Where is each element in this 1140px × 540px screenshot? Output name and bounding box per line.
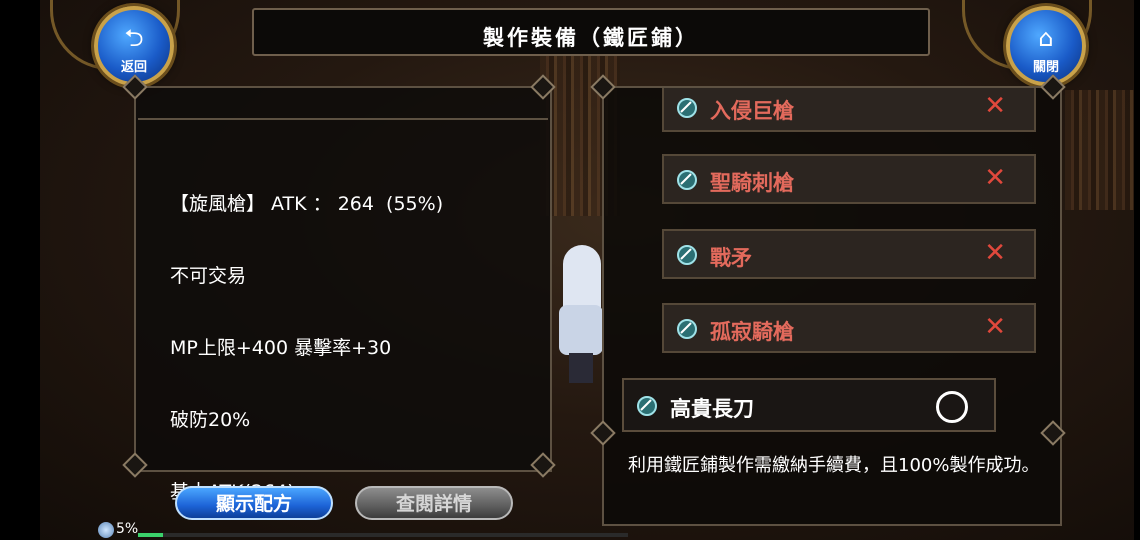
weapon-gem-icon	[677, 98, 697, 118]
status-percent: 5%	[116, 521, 139, 537]
player-character	[555, 245, 605, 385]
recipe-item[interactable]: 聖騎刺槍 ✕	[662, 154, 1036, 204]
craftable-icon	[936, 391, 968, 423]
page-title: 製作裝備（鐵匠鋪）	[483, 26, 699, 50]
item-stat-line: 【旋風槍】 ATK ： 264 (55%)	[170, 193, 444, 215]
recipe-item-selected[interactable]: 高貴長刀	[622, 378, 996, 432]
view-details-button[interactable]: 查閱詳情	[355, 486, 513, 520]
weapon-gem-icon	[637, 396, 657, 416]
recipe-item[interactable]: 孤寂騎槍 ✕	[662, 303, 1036, 353]
weapon-gem-icon	[677, 170, 697, 190]
return-arrow-icon: ⮌	[124, 24, 144, 52]
not-craftable-icon: ✕	[984, 312, 1006, 342]
recipe-item-name: 戰矛	[710, 246, 752, 270]
right-letterbox	[1134, 0, 1140, 540]
item-stat-line: MP上限+400 暴擊率+30	[170, 337, 392, 359]
status-bar: 5%	[96, 520, 636, 540]
recipe-item-name: 聖騎刺槍	[710, 171, 794, 195]
game-scene: 製作裝備（鐵匠鋪） ⮌ 返回 ⌂ 關閉 【旋風槍】 ATK ： 264 (55%…	[0, 0, 1140, 540]
weapon-gem-icon	[677, 319, 697, 339]
recipe-item-name: 入侵巨槍	[710, 99, 794, 123]
close-button-label: 關閉	[1032, 60, 1059, 75]
crafting-note: 利用鐵匠鋪製作需繳納手續費，且100%製作成功。	[628, 455, 1040, 476]
back-button-label: 返回	[120, 60, 147, 75]
left-letterbox	[0, 0, 40, 540]
not-craftable-icon: ✕	[984, 91, 1006, 121]
bookshelf-background-right	[1065, 90, 1140, 210]
recipe-item[interactable]: 入侵巨槍 ✕	[662, 88, 1036, 132]
item-stat-line: 破防20%	[170, 409, 251, 431]
recipe-item[interactable]: 戰矛 ✕	[662, 229, 1036, 279]
recipe-list[interactable]: 入侵巨槍 ✕ 聖騎刺槍 ✕ 戰矛 ✕ 孤寂騎槍 ✕ 高貴長刀	[604, 88, 1060, 434]
globe-icon	[98, 522, 114, 538]
item-stat-line: 不可交易	[170, 265, 247, 287]
home-icon: ⌂	[1038, 24, 1054, 52]
recipe-item-name: 孤寂騎槍	[710, 320, 794, 344]
character-dress	[559, 305, 603, 355]
show-recipe-button[interactable]: 顯示配方	[175, 486, 333, 520]
close-button[interactable]: ⌂ 關閉	[1006, 6, 1086, 86]
progress-track	[138, 533, 628, 537]
weapon-gem-icon	[677, 245, 697, 265]
character-legs	[569, 353, 593, 383]
recipe-item-name: 高貴長刀	[670, 397, 754, 421]
not-craftable-icon: ✕	[984, 163, 1006, 193]
title-bar: 製作裝備（鐵匠鋪）	[252, 8, 930, 56]
not-craftable-icon: ✕	[984, 238, 1006, 268]
item-stats: 【旋風槍】 ATK ： 264 (55%) 不可交易 MP上限+400 暴擊率+…	[170, 144, 443, 540]
progress-fill	[138, 533, 163, 537]
recipe-panel: 入侵巨槍 ✕ 聖騎刺槍 ✕ 戰矛 ✕ 孤寂騎槍 ✕ 高貴長刀 利用鐵匠鋪製作需繳…	[602, 86, 1062, 526]
